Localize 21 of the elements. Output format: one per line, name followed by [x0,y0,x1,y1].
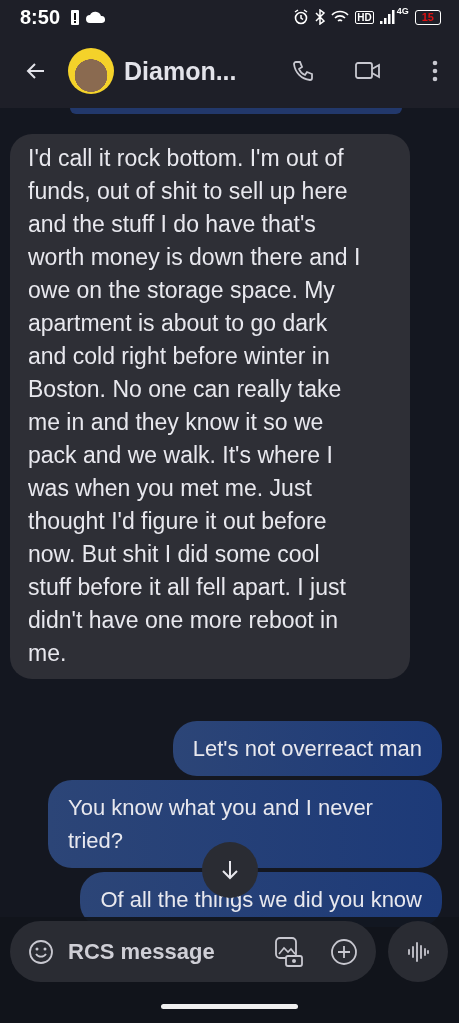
contact-name[interactable]: Diamon... [124,56,237,86]
network-type: 4G [396,6,409,16]
battery-indicator: 15 [414,9,441,25]
alarm-icon [293,9,310,25]
signal-icon [379,10,396,24]
message-field[interactable]: RCS message [66,937,262,966]
received-message: I'd call it rock bottom. I'm out of funds, out of shit to sell up here and the stuff I do have that's worth money is down there and I owe on the storage space. My apartment is about to go dark and cold right before winter in Boston. No one can really take me in and they know it so we pack and we walk. It's where I was when you met me. Just thought I'd figure it out before now. But shit I did some cool stuff before it all fell apart. I just didn't have one more reboot in me. [10,134,410,679]
cloud-icon [86,11,107,23]
bluetooth-icon [315,9,326,25]
gallery-camera-icon[interactable] [274,935,304,968]
sound-wave-icon[interactable] [406,939,430,964]
emoji-icon[interactable] [28,938,54,965]
wifi-icon [331,10,350,24]
arrow-down-icon[interactable] [219,859,241,881]
sent-message: Let's not overreact man [172,721,442,776]
add-icon[interactable] [330,937,358,966]
hd-badge: HD [355,10,374,24]
battery-alert-icon [70,8,81,26]
avatar[interactable] [68,48,114,94]
sent-message: You know what you and I never tried? [48,780,442,868]
status-time: 8:50 [20,5,61,29]
